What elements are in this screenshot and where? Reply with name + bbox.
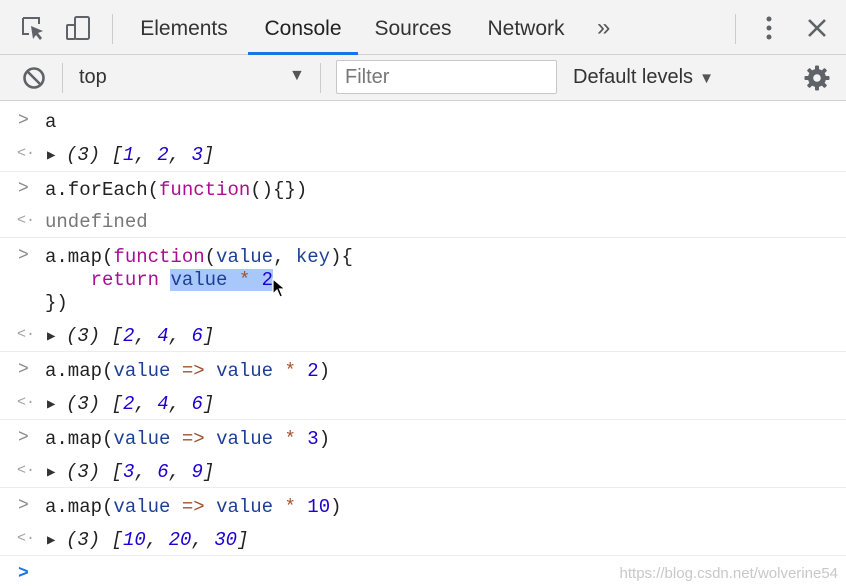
array-output[interactable]: (3) [3, 6, 9] bbox=[66, 461, 214, 483]
console-entry: > a.map(value => value * 10) <· ▶ (3) [1… bbox=[0, 487, 846, 555]
array-value: 3 bbox=[123, 461, 135, 483]
filter-input[interactable] bbox=[336, 60, 557, 94]
input-prompt-icon: > bbox=[18, 428, 29, 448]
chevron-down-icon: ▼ bbox=[699, 70, 714, 87]
expand-triangle-icon[interactable]: ▶ bbox=[47, 464, 55, 481]
input-line: a.map(value => value * 3) bbox=[45, 428, 331, 450]
toolbar-divider bbox=[112, 14, 113, 44]
array-output[interactable]: (3) [10, 20, 30] bbox=[66, 529, 249, 551]
console-entry: > a.map(value => value * 2) <· ▶ (3) [2,… bbox=[0, 351, 846, 419]
array-value: 6 bbox=[191, 325, 203, 347]
input-prompt-icon: > bbox=[18, 246, 29, 266]
tab-console[interactable]: Console bbox=[248, 0, 358, 55]
console-entry: > a.map(value => value * 3) <· ▶ (3) [3,… bbox=[0, 419, 846, 487]
devtools-tab-bar: Elements Console Sources Network » bbox=[0, 0, 846, 55]
console-entry: > a <· ▶ (3) [1, 2, 3] bbox=[0, 101, 846, 171]
tab-network[interactable]: Network bbox=[475, 0, 577, 55]
watermark: https://blog.csdn.net/wolverine54 bbox=[619, 565, 838, 582]
array-value: 10 bbox=[123, 529, 146, 551]
expand-triangle-icon[interactable]: ▶ bbox=[47, 396, 55, 413]
mouse-cursor-icon bbox=[272, 278, 287, 298]
input-line: a.map(value => value * 10) bbox=[45, 496, 342, 518]
expand-triangle-icon[interactable]: ▶ bbox=[47, 147, 55, 164]
array-value: 6 bbox=[157, 461, 169, 483]
expand-triangle-icon[interactable]: ▶ bbox=[47, 532, 55, 549]
input-prompt-icon: > bbox=[18, 179, 29, 199]
input-line: a.map(value => value * 2) bbox=[45, 360, 331, 382]
tab-console-label: Console bbox=[264, 17, 342, 40]
array-value: 30 bbox=[214, 529, 238, 551]
output-text: undefined bbox=[45, 211, 148, 233]
array-value: 4 bbox=[157, 325, 169, 347]
toolbar-divider bbox=[62, 63, 63, 93]
array-count: (3) bbox=[66, 325, 101, 347]
array-value: 1 bbox=[123, 144, 135, 166]
input-prompt-icon: > bbox=[18, 111, 29, 131]
input-line: a.map(function(value, key){ bbox=[45, 246, 353, 268]
array-value: 3 bbox=[191, 144, 203, 166]
console-toolbar: top ▼ Default levels ▼ bbox=[0, 55, 846, 101]
log-levels-label: Default levels bbox=[573, 66, 694, 88]
input-line: a bbox=[45, 111, 57, 133]
input-line: }) bbox=[45, 292, 68, 314]
context-dropdown-arrow[interactable]: ▼ bbox=[289, 67, 305, 85]
array-count: (3) bbox=[66, 461, 101, 483]
tab-elements[interactable]: Elements bbox=[130, 0, 238, 55]
array-value: 2 bbox=[123, 325, 135, 347]
input-line: return value * 2 bbox=[90, 269, 274, 291]
array-value: 6 bbox=[191, 393, 203, 415]
clear-console-icon[interactable] bbox=[20, 64, 48, 92]
close-icon[interactable] bbox=[803, 14, 831, 42]
return-value-icon: <· bbox=[17, 394, 36, 411]
expand-triangle-icon[interactable]: ▶ bbox=[47, 328, 55, 345]
gear-icon[interactable] bbox=[803, 64, 831, 92]
input-prompt-icon: > bbox=[18, 496, 29, 516]
array-count: (3) bbox=[66, 529, 101, 551]
element-picker-icon[interactable] bbox=[19, 14, 47, 42]
console-output[interactable]: > a <· ▶ (3) [1, 2, 3] > a.forEach(funct… bbox=[0, 101, 846, 588]
array-value: 2 bbox=[157, 144, 169, 166]
array-value: 2 bbox=[123, 393, 135, 415]
array-output[interactable]: (3) [1, 2, 3] bbox=[66, 144, 214, 166]
kebab-menu-icon[interactable] bbox=[755, 14, 783, 42]
array-count: (3) bbox=[66, 393, 101, 415]
input-prompt-icon: > bbox=[18, 360, 29, 380]
array-output[interactable]: (3) [2, 4, 6] bbox=[66, 393, 214, 415]
return-value-icon: <· bbox=[17, 145, 36, 162]
array-value: 9 bbox=[191, 461, 203, 483]
console-entry: > a.forEach(function(){}) <· undefined bbox=[0, 171, 846, 237]
input-prompt-icon: > bbox=[18, 564, 29, 584]
context-selector[interactable]: top bbox=[79, 66, 107, 89]
array-output[interactable]: (3) [2, 4, 6] bbox=[66, 325, 214, 347]
log-levels-dropdown[interactable]: Default levels ▼ bbox=[573, 66, 714, 89]
device-toolbar-icon[interactable] bbox=[64, 14, 92, 42]
return-value-icon: <· bbox=[17, 530, 36, 547]
toolbar-divider bbox=[735, 14, 736, 44]
return-value-icon: <· bbox=[17, 462, 36, 479]
return-value-icon: <· bbox=[17, 212, 36, 229]
array-value: 4 bbox=[157, 393, 169, 415]
more-tabs-button[interactable]: » bbox=[597, 0, 610, 55]
console-entry: > a.map(function(value, key){ return val… bbox=[0, 237, 846, 351]
selected-text: value * 2 bbox=[170, 269, 274, 291]
return-value-icon: <· bbox=[17, 326, 36, 343]
array-value: 20 bbox=[168, 529, 192, 551]
input-line: a.forEach(function(){}) bbox=[45, 179, 308, 201]
toolbar-divider bbox=[320, 63, 321, 93]
tab-sources[interactable]: Sources bbox=[364, 0, 462, 55]
array-count: (3) bbox=[66, 144, 101, 166]
